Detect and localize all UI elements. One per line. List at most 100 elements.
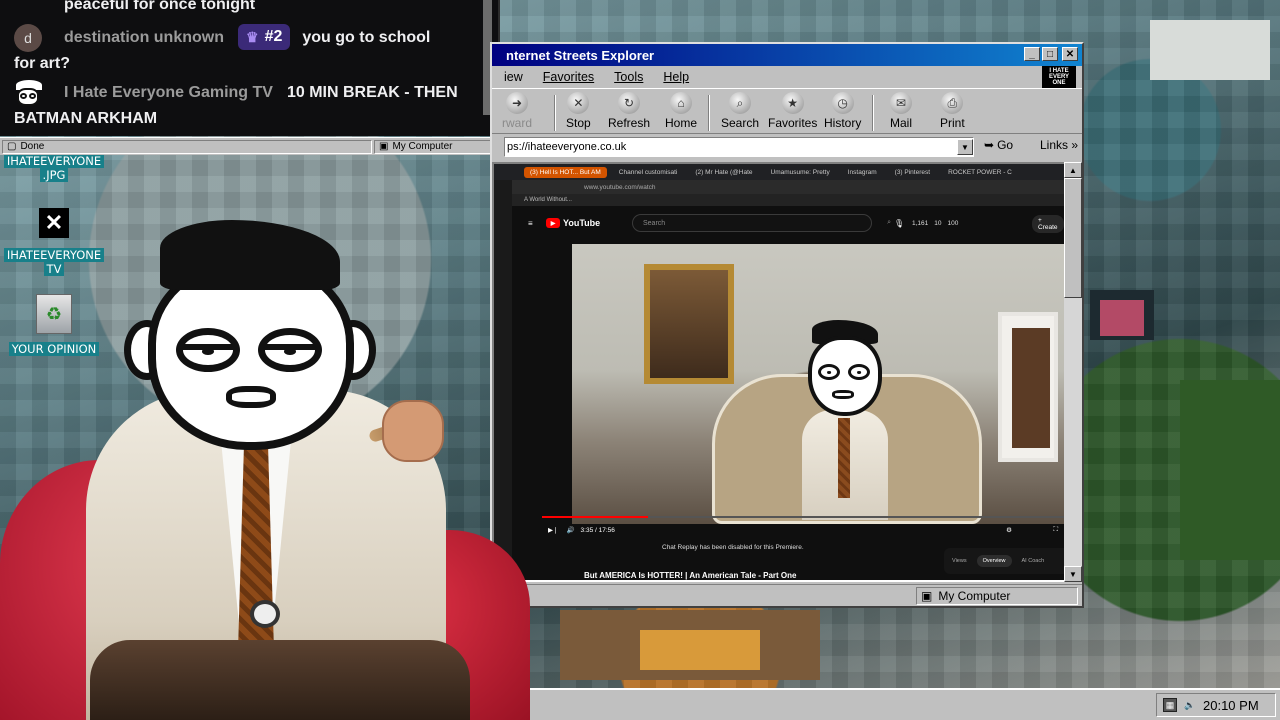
tab-title: ROCKET POWER - C xyxy=(948,168,1012,176)
mail-icon: ✉ xyxy=(890,92,912,114)
tab-title: Umamusume: Pretty xyxy=(770,168,830,176)
studio-panel-tabs: Views Overview AI Coach xyxy=(944,548,1064,574)
microphone-icon[interactable]: 🎙 xyxy=(894,219,904,228)
chat-username[interactable]: I Hate Everyone Gaming TV xyxy=(64,84,273,101)
browser-content-area[interactable]: (3) Hell Is HOT... But AM Channel custom… xyxy=(492,162,1066,582)
bookmark-item[interactable]: A World Without... xyxy=(524,197,572,203)
search-icon[interactable]: ⌕ xyxy=(887,219,891,227)
menu-tools[interactable]: Tools xyxy=(614,70,643,84)
video-progress-bar[interactable] xyxy=(542,516,1064,518)
mouth-icon xyxy=(832,390,854,399)
standard-toolbar: ➜ rward ✕ Stop ↻ Refresh ⌂ Home ⌕ Search ★ Fav… xyxy=(492,88,1082,134)
door-image xyxy=(998,312,1058,462)
volume-icon[interactable]: 🔈 xyxy=(1183,698,1197,712)
badge-text: #2 xyxy=(264,28,283,45)
scroll-down-arrow-icon[interactable]: ▼ xyxy=(1064,566,1082,582)
tab-ai-coach[interactable]: AI Coach xyxy=(1022,558,1045,564)
eye-icon xyxy=(848,364,870,380)
inner-tab[interactable]: (3) Pinterest xyxy=(889,167,936,178)
tab-title: Instagram xyxy=(847,168,877,176)
internet-explorer-window[interactable]: nternet Streets Explorer _ □ ✕ iew Favor… xyxy=(490,42,1084,608)
network-icon[interactable]: ▦ xyxy=(1163,698,1177,712)
youtube-play-icon: ▶ xyxy=(546,218,560,228)
video-character xyxy=(794,320,894,520)
forward-icon: ➜ xyxy=(506,92,528,114)
channel-stats: 1,161 10 100 xyxy=(912,220,958,227)
tab-overview[interactable]: Overview xyxy=(976,555,1012,567)
eyelid xyxy=(178,344,238,350)
stat-value: 100 xyxy=(947,219,959,227)
menu-help[interactable]: Help xyxy=(663,70,689,84)
eye-icon xyxy=(258,328,322,372)
desktop-icon-ihateeveryone-jpg[interactable]: IHATEEVERYONE .JPG xyxy=(3,154,105,182)
inner-tab[interactable]: Channel customisati xyxy=(613,167,684,178)
scroll-up-arrow-icon[interactable]: ▲ xyxy=(1064,162,1082,178)
address-dropdown-button[interactable]: ▼ xyxy=(957,139,973,155)
inner-tab[interactable]: ROCKET POWER - C xyxy=(942,167,1018,178)
youtube-logo[interactable]: ▶ YouTube xyxy=(546,218,600,228)
clock[interactable]: 20:10 PM xyxy=(1203,698,1259,713)
minimize-button[interactable]: _ xyxy=(1024,47,1040,61)
vertical-scrollbar[interactable]: ▲ ▼ xyxy=(1064,162,1082,582)
zone-text: My Computer xyxy=(392,141,453,152)
stat-value: 10 xyxy=(934,219,942,227)
tab-title: (2) Mr Hate (@Hate xyxy=(695,168,753,176)
character-hand xyxy=(382,400,444,462)
youtube-search-input[interactable]: Search ⌕ xyxy=(632,214,891,232)
chat-avatar: d xyxy=(14,24,42,52)
video-player[interactable] xyxy=(572,244,1064,524)
eye-icon xyxy=(176,328,240,372)
forward-button[interactable]: ➜ rward xyxy=(502,92,532,130)
search-button[interactable]: ⌕ Search xyxy=(721,92,759,130)
computer-icon: ▣ xyxy=(379,141,389,152)
scroll-thumb[interactable] xyxy=(1064,178,1082,298)
chat-username[interactable]: destination unknown xyxy=(64,29,224,46)
inner-url-bar[interactable]: www.youtube.com/watch xyxy=(494,180,1064,194)
character-tie xyxy=(838,418,850,498)
tool-label: Stop xyxy=(566,116,591,130)
wallpaper-block xyxy=(1100,300,1144,336)
toon-avatar-icon xyxy=(14,80,42,108)
tool-label: Mail xyxy=(890,116,913,130)
character-trousers xyxy=(90,640,470,720)
create-button[interactable]: + Create xyxy=(1032,215,1064,233)
history-button[interactable]: ◷ History xyxy=(824,92,861,130)
menu-view[interactable]: iew xyxy=(504,70,523,84)
refresh-button[interactable]: ↻ Refresh xyxy=(608,92,650,130)
inner-tab[interactable]: (3) Hell Is HOT... But AM xyxy=(524,166,607,178)
chat-replay-notice: Chat Replay has been disabled for this P… xyxy=(662,544,804,551)
address-text: ps://ihateeveryone.co.uk xyxy=(507,141,627,153)
mail-button[interactable]: ✉ Mail xyxy=(890,92,912,130)
character-face xyxy=(124,220,376,450)
tab-title: (3) Hell Is HOT... But AM xyxy=(530,168,601,176)
fullscreen-icon[interactable]: ⛶ xyxy=(1053,526,1058,534)
favorites-icon: ★ xyxy=(781,92,804,114)
favorites-button[interactable]: ★ Favorites xyxy=(768,92,817,130)
stop-button[interactable]: ✕ Stop xyxy=(566,92,591,130)
links-button[interactable]: Links » xyxy=(1040,138,1078,152)
home-icon: ⌂ xyxy=(670,92,692,114)
settings-gear-icon[interactable]: ⚙ xyxy=(1006,526,1012,534)
chat-message: I Hate Everyone Gaming TV 10 MIN BREAK - … xyxy=(14,80,464,132)
volume-icon[interactable]: 🔊 xyxy=(566,526,574,534)
inner-tab[interactable]: (2) Mr Hate (@Hate xyxy=(689,167,758,178)
inner-tab[interactable]: Instagram xyxy=(842,167,883,178)
tab-views[interactable]: Views xyxy=(952,558,967,564)
menu-favorites[interactable]: Favorites xyxy=(543,70,594,84)
window-titlebar[interactable]: nternet Streets Explorer _ □ ✕ xyxy=(492,44,1082,66)
print-button[interactable]: ⎙ Print xyxy=(940,92,965,130)
home-button[interactable]: ⌂ Home xyxy=(665,92,697,130)
stat-value: 1,161 xyxy=(912,219,929,227)
close-button[interactable]: ✕ xyxy=(1062,47,1078,61)
tool-label: rward xyxy=(502,116,533,130)
go-arrow-icon: ➥ xyxy=(984,138,995,152)
play-icon[interactable]: ▶❘ xyxy=(548,526,558,534)
wallpaper-block xyxy=(1180,380,1280,560)
character-hair xyxy=(160,220,340,290)
maximize-button[interactable]: □ xyxy=(1042,47,1058,61)
mouth-icon xyxy=(226,386,276,408)
go-button[interactable]: ➥ Go xyxy=(984,138,1013,152)
inner-tab[interactable]: Umamusume: Pretty xyxy=(765,167,836,178)
brand-logo: I HATE EVERY ONE xyxy=(1042,66,1076,88)
address-input[interactable]: ps://ihateeveryone.co.uk ▼ xyxy=(504,137,974,157)
